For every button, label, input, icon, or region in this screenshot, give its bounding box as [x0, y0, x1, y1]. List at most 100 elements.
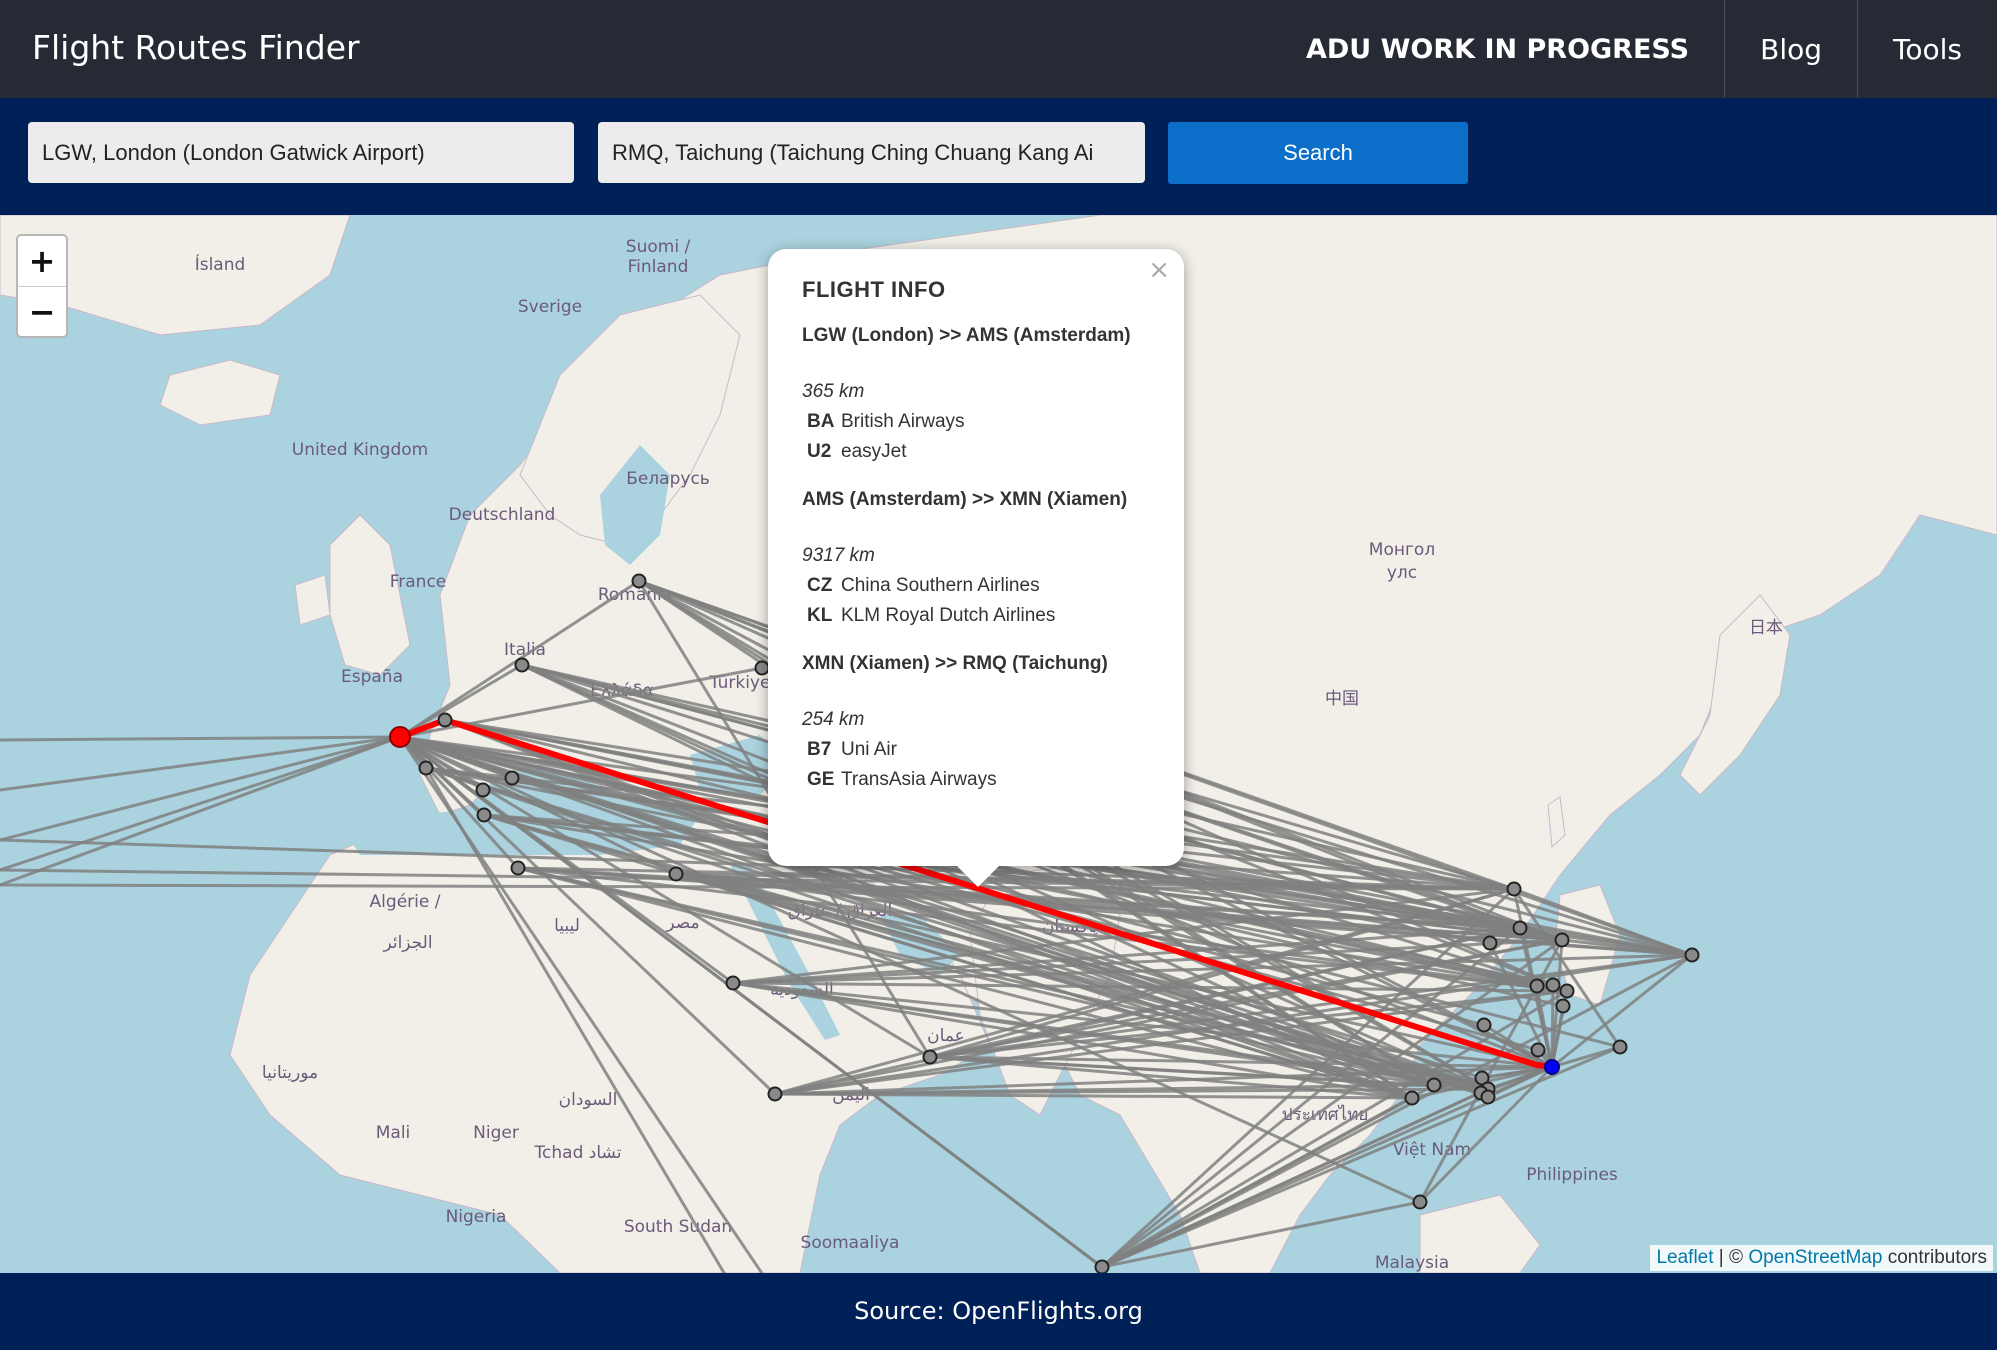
map-label: Deutschland: [449, 505, 556, 525]
map-label: السودان: [559, 1090, 618, 1110]
destination-input[interactable]: RMQ, Taichung (Taichung Ching Chuang Kan…: [598, 122, 1145, 183]
map-label: Suomi /: [626, 237, 691, 257]
leg-distance: 9317 km: [802, 545, 875, 566]
land-britain: [329, 514, 411, 676]
leg-route: XMN (Xiamen) >> RMQ (Taichung): [802, 653, 1108, 674]
land-ireland: [294, 574, 331, 626]
map-label: موريتانيا: [262, 1063, 318, 1083]
airline-name: KLM Royal Dutch Airlines: [841, 605, 1056, 626]
map-label: Algérie /: [370, 892, 441, 912]
airport-marker: [1684, 947, 1700, 963]
leg-distance: 254 km: [802, 709, 865, 730]
attribution-separator: | ©: [1713, 1247, 1749, 1268]
airline-row: GE TransAsia Airways: [807, 769, 1150, 791]
airport-marker: [1545, 977, 1561, 993]
map-label: 中国: [1325, 689, 1359, 709]
airport-marker: [504, 770, 520, 786]
route-line: [0, 735, 401, 792]
destination-marker: [1544, 1059, 1560, 1075]
popup-tip: [956, 865, 1000, 887]
map-label: улс: [1387, 563, 1417, 583]
airport-marker: [418, 760, 434, 776]
leaflet-link[interactable]: Leaflet: [1656, 1247, 1713, 1268]
airport-marker: [1612, 1039, 1628, 1055]
airport-marker: [1426, 1077, 1442, 1093]
map-label: Ísland: [195, 253, 246, 275]
search-bar: LGW, London (London Gatwick Airport) RMQ…: [0, 98, 1997, 215]
map-label: ليبيا: [554, 916, 580, 936]
origin-input[interactable]: LGW, London (London Gatwick Airport): [28, 122, 574, 183]
origin-marker: [389, 726, 411, 748]
airline-code: CZ: [807, 575, 833, 596]
leg-route: AMS (Amsterdam) >> XMN (Xiamen): [802, 489, 1128, 510]
airline-code: KL: [807, 605, 833, 626]
map-label: Монгол: [1369, 540, 1435, 560]
leg-route: LGW (London) >> AMS (Amsterdam): [802, 325, 1131, 346]
zoom-in-button[interactable]: +: [18, 236, 66, 286]
map-label: Việt Nam: [1393, 1140, 1471, 1160]
map-label: Tchad تشاد: [534, 1143, 622, 1163]
airline-name: TransAsia Airways: [841, 769, 997, 790]
airline-code: GE: [807, 769, 835, 790]
map-label: Malaysia: [1375, 1253, 1449, 1273]
route-line: [0, 735, 401, 742]
airport-marker: [1480, 1089, 1496, 1105]
map-label: 日本: [1749, 618, 1783, 638]
map-label: Finland: [628, 257, 689, 277]
airport-marker: [437, 712, 453, 728]
airport-marker: [1094, 1259, 1110, 1273]
airline-row: CZ China Southern Airlines: [807, 575, 1150, 597]
airline-name: Uni Air: [841, 739, 897, 760]
map-label: Беларусь: [626, 469, 710, 489]
airline-row: U2 easyJet: [807, 441, 1150, 463]
airport-marker: [922, 1049, 938, 1065]
map-label: Niger: [473, 1123, 519, 1143]
route-map[interactable]: РоссияÍslandSuomi /FinlandSverigeUnited …: [0, 215, 1997, 1273]
nav-item-blog[interactable]: Blog: [1724, 0, 1857, 98]
airport-marker: [767, 1086, 783, 1102]
airport-marker: [514, 657, 530, 673]
airline-row: KL KLM Royal Dutch Airlines: [807, 605, 1150, 627]
airport-marker: [475, 782, 491, 798]
close-icon[interactable]: ×: [1148, 255, 1170, 285]
airline-row: BA British Airways: [807, 411, 1150, 433]
map-attribution: Leaflet | © OpenStreetMap contributors: [1650, 1245, 1993, 1271]
airport-marker: [1555, 998, 1571, 1014]
airline-row: B7 Uni Air: [807, 739, 1150, 761]
map-label: Nigeria: [446, 1207, 507, 1227]
airport-marker: [725, 975, 741, 991]
airport-marker: [668, 866, 684, 882]
leg-2: AMS (Amsterdam) >> XMN (Xiamen) 9317 km …: [802, 489, 1150, 627]
nav-item-wip[interactable]: ADU WORK IN PROGRESS: [1271, 0, 1724, 98]
airline-name: British Airways: [841, 411, 965, 432]
map-label: Mali: [376, 1123, 411, 1143]
route-line: [0, 735, 401, 842]
airport-marker: [1476, 1017, 1492, 1033]
app-title[interactable]: Flight Routes Finder: [32, 28, 360, 67]
leg-distance: 365 km: [802, 381, 865, 402]
airport-marker: [631, 573, 647, 589]
airline-code: B7: [807, 739, 832, 760]
footer-source: Source: OpenFlights.org: [0, 1273, 1997, 1350]
zoom-out-button[interactable]: −: [18, 286, 66, 337]
land-iceland: [159, 359, 281, 426]
airport-marker: [1482, 935, 1498, 951]
map-label: Soomaaliya: [801, 1233, 900, 1253]
osm-link[interactable]: OpenStreetMap: [1748, 1247, 1882, 1268]
airline-code: U2: [807, 441, 832, 462]
airport-marker: [1506, 881, 1522, 897]
leg-3: XMN (Xiamen) >> RMQ (Taichung) 254 km B7…: [802, 653, 1150, 791]
nav-menu: ADU WORK IN PROGRESS Blog Tools: [1271, 0, 1997, 98]
nav-item-tools[interactable]: Tools: [1857, 0, 1997, 98]
airport-marker: [1530, 1042, 1546, 1058]
airport-marker: [1559, 983, 1575, 999]
airport-marker: [1512, 920, 1528, 936]
route-line: [1550, 984, 1555, 1068]
map-label: United Kingdom: [292, 440, 428, 460]
leg-1: LGW (London) >> AMS (Amsterdam) 365 km B…: [802, 325, 1150, 463]
map-label: Philippines: [1526, 1165, 1618, 1185]
popup-title: FLIGHT INFO: [802, 277, 946, 302]
airport-marker: [476, 807, 492, 823]
search-button[interactable]: Search: [1168, 122, 1468, 184]
top-navbar: Flight Routes Finder ADU WORK IN PROGRES…: [0, 0, 1997, 98]
